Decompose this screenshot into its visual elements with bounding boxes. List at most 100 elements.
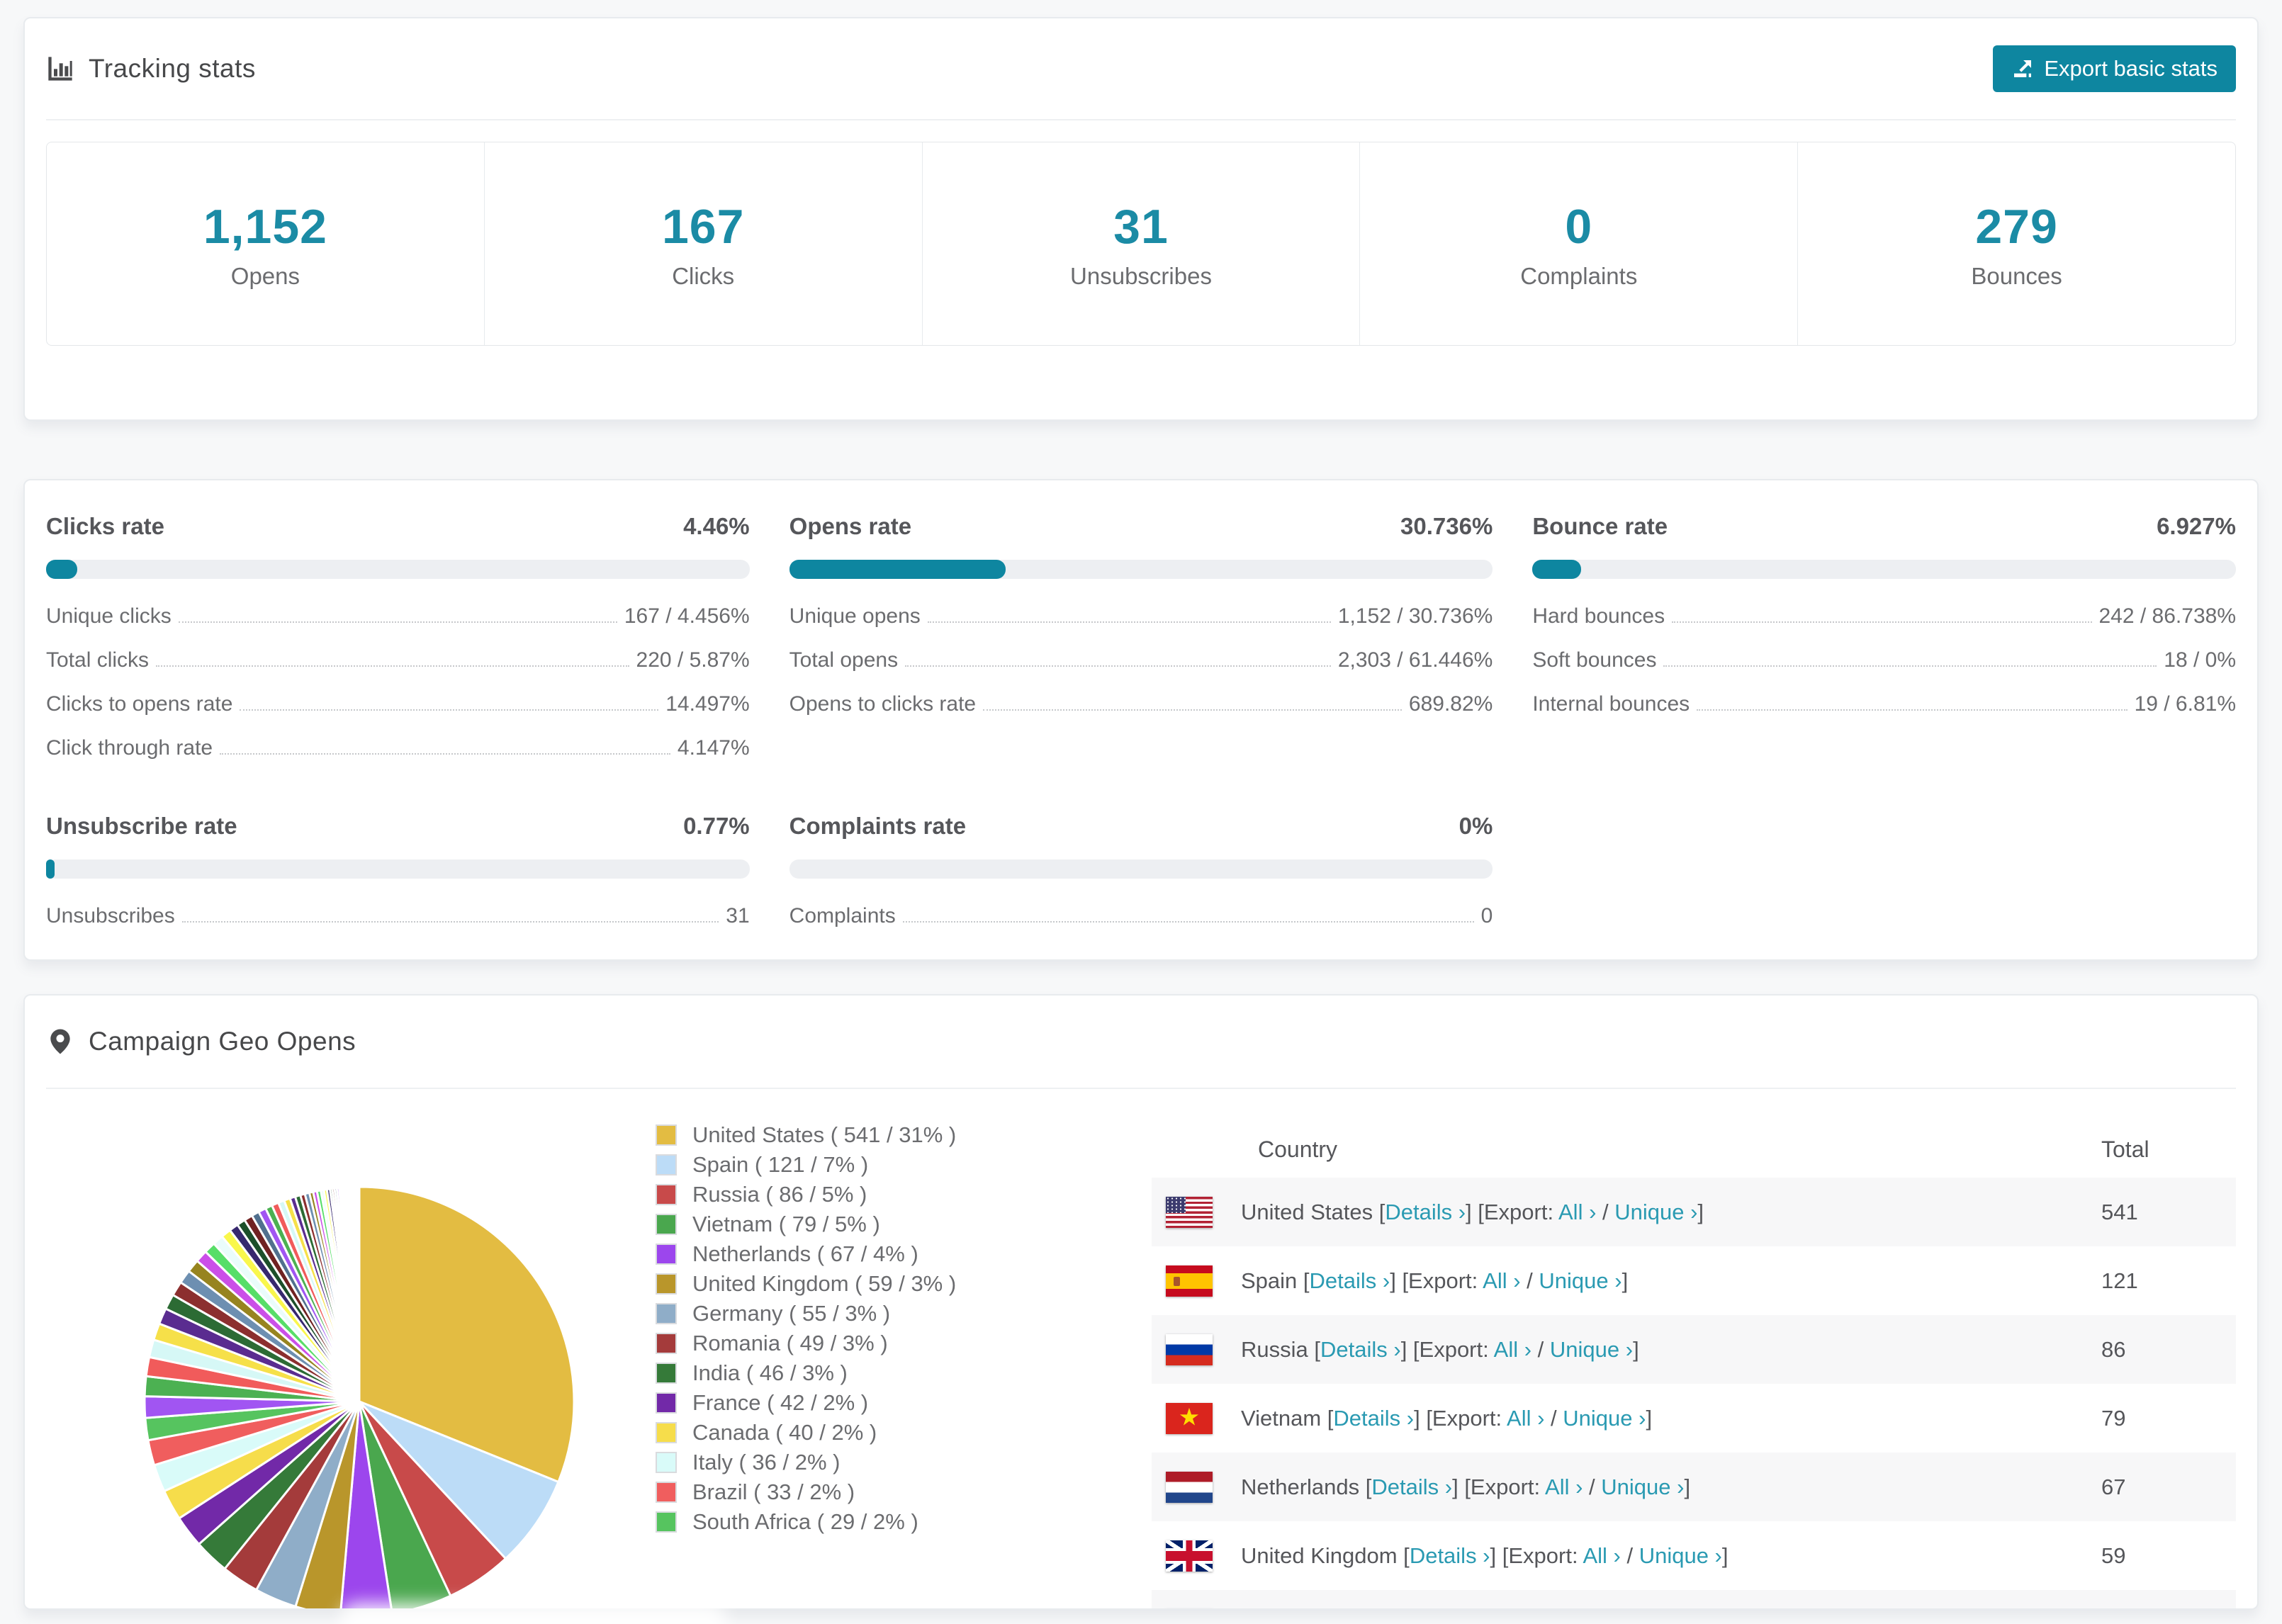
dotted-leader bbox=[1672, 621, 2092, 623]
dotted-leader bbox=[220, 753, 670, 755]
legend-item-india: India ( 46 / 3% ) bbox=[656, 1358, 1152, 1388]
table-row-vietnam: Vietnam [Details ›] [Export: All › / Uni… bbox=[1152, 1384, 2236, 1453]
tracking-stats-card: Tracking stats Export basic stats 1,152 O… bbox=[23, 17, 2259, 421]
stat-value: 31 bbox=[726, 904, 750, 927]
export-unique-link[interactable]: Unique › bbox=[1614, 1200, 1697, 1224]
total-cell: 67 bbox=[2101, 1474, 2126, 1499]
section-title: Campaign Geo Opens bbox=[89, 1027, 356, 1056]
rate-rows: Hard bounces 242 / 86.738% Soft bounces 18 … bbox=[1532, 604, 2236, 716]
export-unique-link[interactable]: Unique › bbox=[1550, 1337, 1633, 1362]
legend-swatch bbox=[656, 1303, 677, 1324]
legend-item-netherlands: Netherlands ( 67 / 4% ) bbox=[656, 1239, 1152, 1269]
stat-row-internal-bounces: Internal bounces 19 / 6.81% bbox=[1532, 692, 2236, 716]
legend-label: Italy ( 36 / 2% ) bbox=[692, 1450, 841, 1474]
summary-stat-unsubscribes: 31 Unsubscribes bbox=[923, 142, 1361, 345]
export-all-link[interactable]: All › bbox=[1483, 1268, 1520, 1293]
details-link[interactable]: Details › bbox=[1320, 1337, 1401, 1362]
flag-de-icon bbox=[1166, 1609, 1213, 1611]
country-cell: Vietnam [Details ›] [Export: All › / Uni… bbox=[1241, 1405, 1653, 1431]
export-basic-stats-button[interactable]: Export basic stats bbox=[1993, 45, 2236, 92]
country-cell: Spain [Details ›] [Export: All › / Uniqu… bbox=[1241, 1268, 1629, 1293]
country-cell: United States [Details ›] [Export: All ›… bbox=[1241, 1199, 1704, 1224]
geo-table-header: Country Total bbox=[1152, 1121, 2236, 1178]
details-link[interactable]: Details › bbox=[1333, 1406, 1414, 1431]
stat-value: 242 / 86.738% bbox=[2098, 604, 2237, 628]
legend-label: Germany ( 55 / 3% ) bbox=[692, 1301, 891, 1326]
legend-item-brazil: Brazil ( 33 / 2% ) bbox=[656, 1477, 1152, 1507]
stat-row-soft-bounces: Soft bounces 18 / 0% bbox=[1532, 648, 2236, 672]
rate-title: Unsubscribe rate bbox=[46, 813, 237, 839]
legend-label: India ( 46 / 3% ) bbox=[692, 1360, 848, 1385]
stat-label: Click through rate bbox=[46, 736, 213, 760]
details-link[interactable]: Details › bbox=[1385, 1200, 1466, 1224]
flag-us-icon bbox=[1166, 1196, 1213, 1228]
summary-value: 279 bbox=[1975, 200, 2058, 254]
summary-stat-bounces: 279 Bounces bbox=[1798, 142, 2235, 345]
flag-gb-icon bbox=[1166, 1540, 1213, 1572]
legend-item-canada: Canada ( 40 / 2% ) bbox=[656, 1418, 1152, 1448]
stat-label: Unsubscribes bbox=[46, 904, 175, 927]
dotted-leader bbox=[181, 921, 719, 923]
geo-pie-chart bbox=[46, 1089, 656, 1608]
dotted-leader bbox=[1697, 709, 2128, 711]
export-unique-link[interactable]: Unique › bbox=[1563, 1406, 1646, 1431]
legend-swatch bbox=[656, 1154, 677, 1175]
bar-chart-icon bbox=[48, 57, 72, 81]
rate-title: Opens rate bbox=[789, 513, 912, 539]
rate-block-complaints-rate: Complaints rate 0% Complaints 0 bbox=[789, 813, 1493, 928]
geo-content: United States ( 541 / 31% ) Spain ( 121 /… bbox=[25, 1089, 2257, 1611]
details-link[interactable]: Details › bbox=[1371, 1474, 1452, 1499]
stat-row-hard-bounces: Hard bounces 242 / 86.738% bbox=[1532, 604, 2236, 628]
legend-swatch bbox=[656, 1392, 677, 1414]
rates-grid: Clicks rate 4.46% Unique clicks 167 / 4.456… bbox=[25, 480, 2257, 959]
stat-label: Complaints bbox=[789, 904, 896, 927]
rate-title: Clicks rate bbox=[46, 513, 164, 539]
legend-label: Brazil ( 33 / 2% ) bbox=[692, 1479, 855, 1504]
map-pin-icon bbox=[50, 1029, 70, 1054]
stat-label: Clicks to opens rate bbox=[46, 692, 233, 716]
export-unique-link[interactable]: Unique › bbox=[1639, 1543, 1722, 1568]
total-cell: 541 bbox=[2101, 1199, 2138, 1224]
rate-title-row: Complaints rate 0% bbox=[789, 813, 1493, 840]
progress-bar-fill bbox=[46, 560, 78, 579]
rate-value: 30.736% bbox=[1400, 513, 1493, 539]
stat-value: 689.82% bbox=[1408, 692, 1493, 716]
legend-swatch bbox=[656, 1333, 677, 1354]
summary-value: 1,152 bbox=[203, 200, 327, 254]
header-divider bbox=[46, 119, 2236, 120]
dotted-leader bbox=[178, 621, 617, 623]
rate-rows: Unsubscribes 31 bbox=[46, 904, 750, 928]
rate-rows: Unique clicks 167 / 4.456% Total clicks 220… bbox=[46, 604, 750, 760]
details-link[interactable]: Details › bbox=[1410, 1543, 1490, 1568]
export-unique-link[interactable]: Unique › bbox=[1539, 1268, 1621, 1293]
stat-value: 4.147% bbox=[677, 736, 750, 760]
export-unique-link[interactable]: Unique › bbox=[1601, 1474, 1684, 1499]
legend-swatch bbox=[656, 1184, 677, 1205]
flag-vn-icon bbox=[1166, 1402, 1213, 1434]
details-link[interactable]: Details › bbox=[1310, 1268, 1390, 1293]
rate-title: Bounce rate bbox=[1532, 513, 1668, 539]
export-all-link[interactable]: All › bbox=[1583, 1543, 1620, 1568]
stat-label: Unique clicks bbox=[46, 604, 172, 628]
rate-title-row: Opens rate 30.736% bbox=[789, 513, 1493, 540]
stat-row-unsubscribes: Unsubscribes 31 bbox=[46, 904, 750, 928]
rates-card: Clicks rate 4.46% Unique clicks 167 / 4.456… bbox=[23, 479, 2259, 961]
flag-es-icon bbox=[1166, 1265, 1213, 1297]
stat-row-unique-clicks: Unique clicks 167 / 4.456% bbox=[46, 604, 750, 628]
summary-stat-complaints: 0 Complaints bbox=[1360, 142, 1799, 345]
summary-value: 31 bbox=[1113, 200, 1169, 254]
legend-swatch bbox=[656, 1214, 677, 1235]
legend-item-italy: Italy ( 36 / 2% ) bbox=[656, 1448, 1152, 1477]
stat-value: 220 / 5.87% bbox=[636, 648, 750, 672]
flag-nl-icon bbox=[1166, 1471, 1213, 1503]
progress-bar-track bbox=[46, 560, 750, 579]
export-all-link[interactable]: All › bbox=[1494, 1337, 1531, 1362]
export-all-link[interactable]: All › bbox=[1545, 1474, 1583, 1499]
legend-label: United States ( 541 / 31% ) bbox=[692, 1122, 957, 1147]
rate-rows: Complaints 0 bbox=[789, 904, 1493, 928]
table-row-united-states: United States [Details ›] [Export: All ›… bbox=[1152, 1178, 2236, 1246]
summary-stats-row: 1,152 Opens 167 Clicks 31 Unsubscribes 0 Compla… bbox=[46, 142, 2236, 346]
rate-value: 0% bbox=[1458, 813, 1493, 839]
export-all-link[interactable]: All › bbox=[1507, 1406, 1544, 1431]
export-all-link[interactable]: All › bbox=[1558, 1200, 1596, 1224]
